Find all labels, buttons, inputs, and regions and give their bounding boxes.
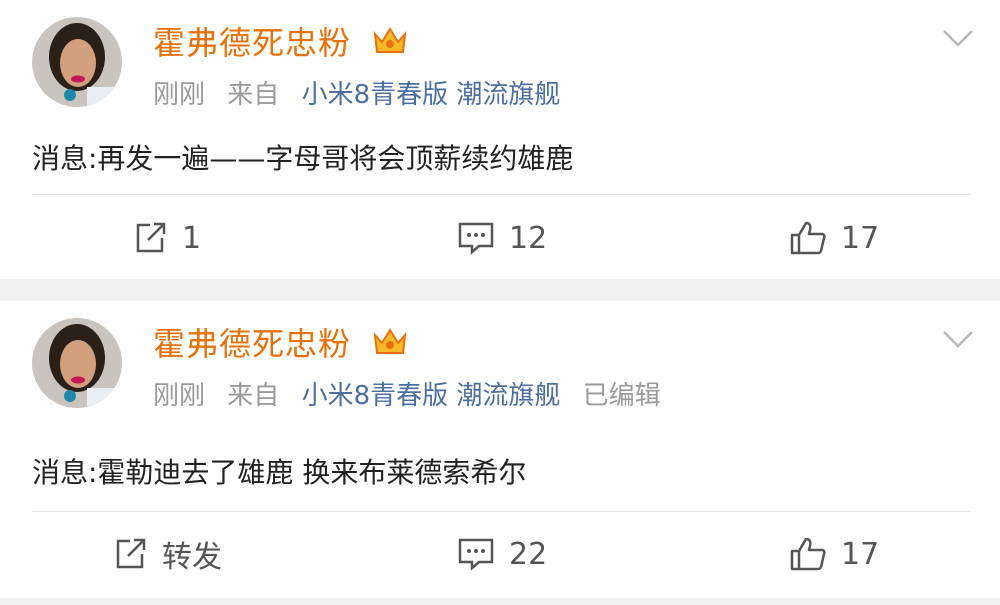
chevron-down-icon[interactable] [942,329,974,349]
from-label: 来自 [227,80,280,110]
repost-button[interactable]: 1 [132,218,201,258]
post-text: 消息:霍勒迪去了雄鹿 换来布莱德索希尔 [32,456,527,489]
post-card: 霍弗德死忠粉 刚刚 来自 小米8青春版 潮流旗舰 消息:再发一遍——字母哥将会顶… [0,0,1000,279]
thumbs-up-icon [790,221,826,255]
post-meta: 刚刚 来自 小米8青春版 潮流旗舰 [153,74,574,111]
comment-icon [458,222,494,255]
comment-count: 22 [509,536,548,572]
post-meta: 刚刚 来自 小米8青春版 潮流旗舰 已编辑 [153,375,675,412]
repost-label: 转发 [162,540,222,575]
share-icon [116,538,146,569]
crown-icon [373,328,407,354]
repost-count: 1 [182,220,202,256]
avatar[interactable] [32,318,122,408]
device-source-link[interactable]: 小米8青春版 潮流旗舰 [302,381,561,411]
chevron-down-icon[interactable] [942,28,974,48]
like-button[interactable]: 17 [789,218,879,258]
divider [32,511,970,512]
username[interactable]: 霍弗德死忠粉 [153,18,351,64]
thumbs-up-icon [790,537,826,571]
like-count: 17 [841,220,880,256]
like-count: 17 [841,536,880,572]
post-time: 刚刚 [153,80,206,110]
avatar[interactable] [32,17,122,107]
repost-button[interactable]: 转发 [112,534,222,575]
like-button[interactable]: 17 [789,534,879,574]
post-text: 消息:再发一遍——字母哥将会顶薪续约雄鹿 [32,142,574,175]
divider [32,194,970,195]
device-source-link[interactable]: 小米8青春版 潮流旗舰 [302,80,561,110]
edited-label: 已编辑 [582,381,661,411]
post-time: 刚刚 [153,381,206,411]
comment-button[interactable]: 22 [457,534,547,574]
comment-icon [458,538,494,571]
crown-icon [373,27,407,53]
post-card: 霍弗德死忠粉 刚刚 来自 小米8青春版 潮流旗舰 已编辑 消息:霍勒迪去了雄鹿 … [0,301,1000,598]
username[interactable]: 霍弗德死忠粉 [153,319,351,365]
comment-button[interactable]: 12 [457,218,547,258]
share-icon [136,222,166,253]
from-label: 来自 [227,381,280,411]
comment-count: 12 [509,220,548,256]
